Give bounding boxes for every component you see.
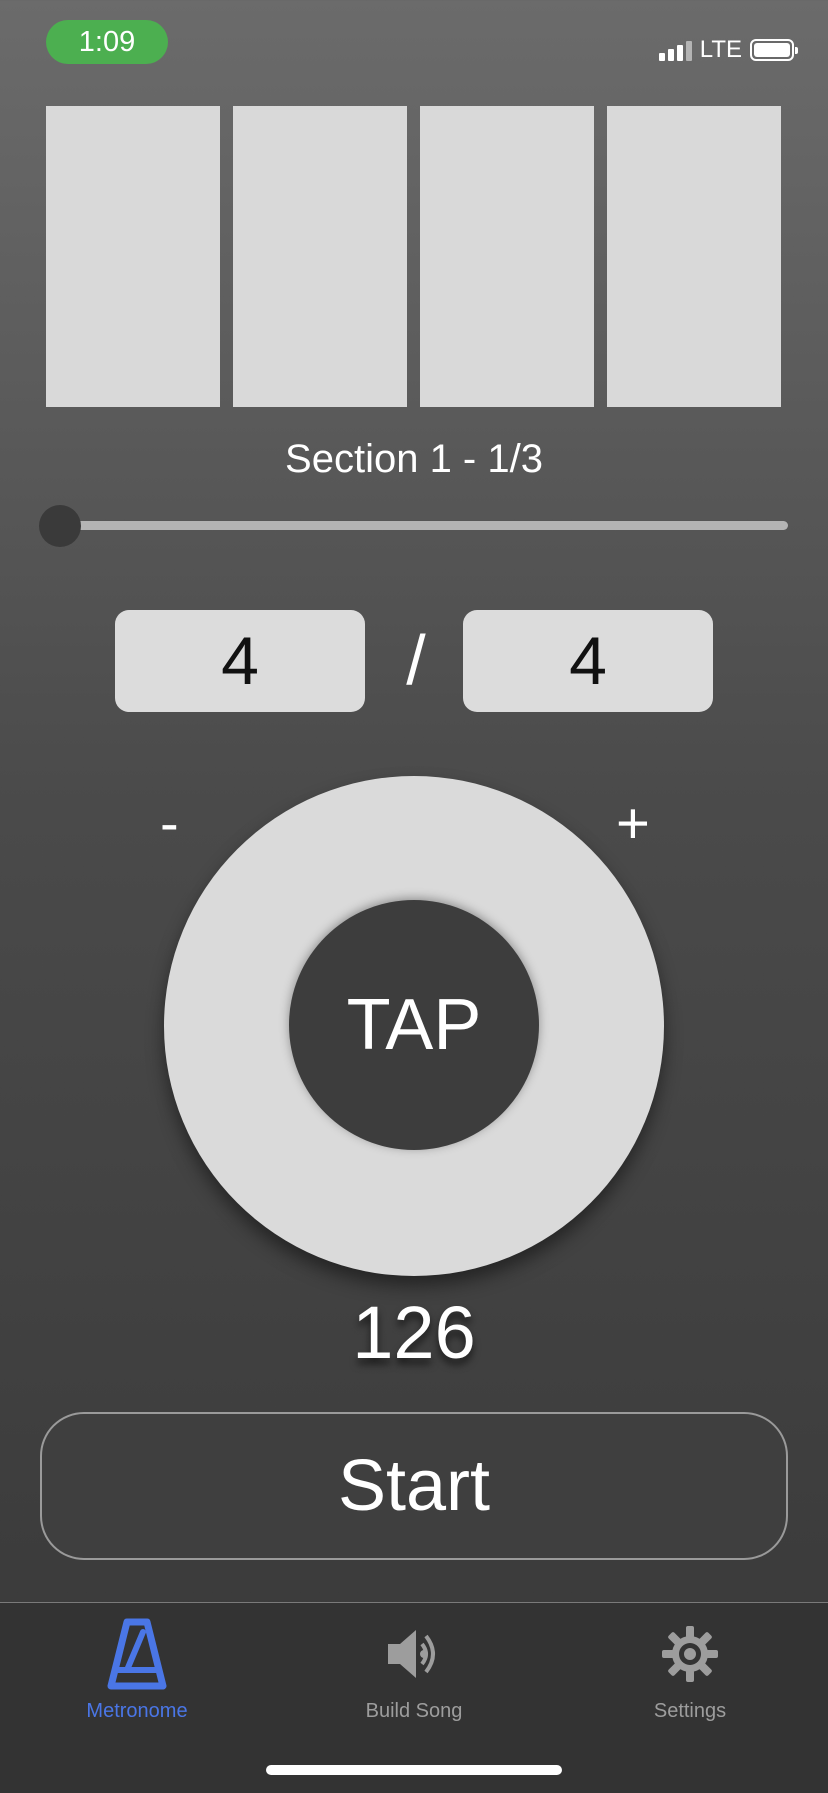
tempo-decrease-button[interactable]: - — [160, 790, 179, 855]
battery-icon — [750, 39, 798, 61]
tab-metronome-label: Metronome — [86, 1700, 188, 1722]
home-indicator[interactable] — [266, 1765, 562, 1775]
beat-indicator-2 — [233, 106, 407, 407]
section-progress-thumb[interactable] — [39, 505, 81, 547]
signal-icon — [658, 39, 692, 61]
start-label: Start — [337, 1446, 491, 1526]
bpm-value: 126 — [352, 1291, 476, 1374]
beat-indicator-4 — [607, 106, 781, 407]
section-progress-track[interactable] — [60, 521, 788, 530]
gear-icon — [655, 1612, 725, 1696]
tab-build-song[interactable]: Build Song — [314, 1612, 514, 1742]
tab-settings-label: Settings — [653, 1700, 727, 1722]
tempo-increase-button[interactable]: + — [616, 790, 650, 857]
beat-indicator-3 — [420, 106, 594, 407]
tab-metronome[interactable]: Metronome — [37, 1612, 237, 1742]
network-type: LTE — [699, 36, 742, 63]
beat-indicator-1 — [46, 106, 220, 407]
status-time: 1:09 — [46, 20, 168, 64]
section-label: Section 1 - 1/3 — [285, 437, 543, 481]
tap-tempo-button[interactable]: TAP — [289, 900, 539, 1150]
start-button[interactable]: Start — [40, 1412, 788, 1560]
metronome-icon — [102, 1612, 172, 1696]
tab-settings[interactable]: Settings — [590, 1612, 790, 1742]
tap-label: TAP — [346, 985, 482, 1065]
note-value-field[interactable]: 4 — [463, 610, 713, 712]
beats-per-measure-field[interactable]: 4 — [115, 610, 365, 712]
time-signature-separator: / — [406, 621, 426, 699]
tab-build-song-label: Build Song — [365, 1700, 463, 1722]
speaker-icon — [379, 1612, 449, 1696]
status-indicators: LTE — [658, 36, 798, 64]
